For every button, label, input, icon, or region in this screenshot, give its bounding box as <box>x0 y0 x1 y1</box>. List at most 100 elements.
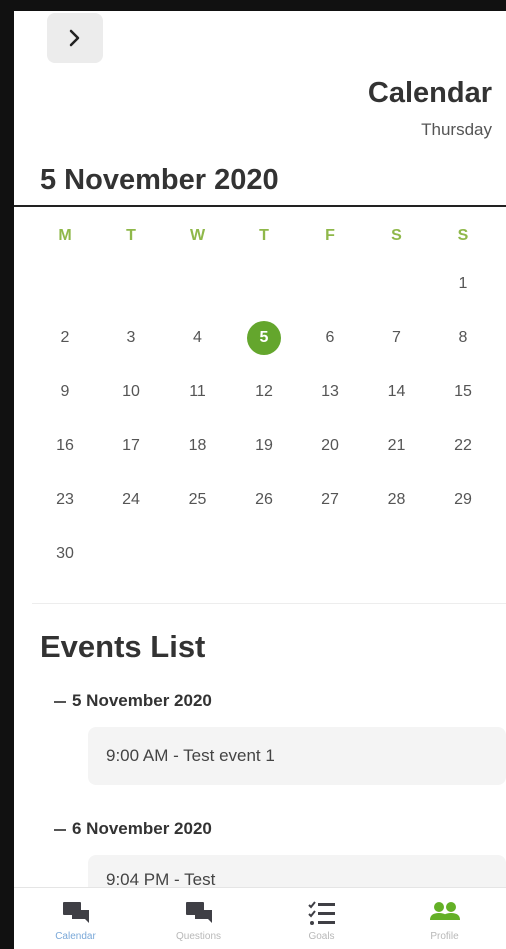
calendar-day[interactable]: 10 <box>98 374 164 410</box>
calendar-day-number: 18 <box>188 437 207 454</box>
calendar-empty-cell <box>98 536 164 572</box>
calendar-day[interactable]: 30 <box>32 536 98 572</box>
app-screen: Calendar Thursday 5 November 2020 M T W … <box>14 11 506 949</box>
collapse-icon <box>54 700 66 703</box>
calendar-day[interactable]: 23 <box>32 482 98 518</box>
calendar-week-row: 16 17 18 19 20 21 22 <box>32 419 502 473</box>
calendar-day-number: 1 <box>458 275 468 292</box>
calendar-day-number: 3 <box>126 329 136 346</box>
calendar-day[interactable]: 8 <box>430 320 496 356</box>
nav-goals[interactable]: Goals <box>260 888 383 949</box>
calendar-empty-cell <box>363 536 430 572</box>
calendar-day[interactable]: 11 <box>164 374 231 410</box>
calendar-day[interactable]: 26 <box>231 482 297 518</box>
chat-bubbles-icon <box>62 902 89 923</box>
weekday-label: F <box>325 227 335 244</box>
chevron-right-icon <box>69 29 80 47</box>
calendar-empty-cell <box>98 266 164 302</box>
calendar-day-number: 30 <box>56 545 74 562</box>
nav-label: Goals <box>308 931 335 942</box>
calendar-day[interactable]: 13 <box>297 374 363 410</box>
calendar-day-number: 8 <box>458 329 468 346</box>
event-group-header[interactable]: 5 November 2020 <box>54 691 212 711</box>
calendar-day-number: 26 <box>255 491 273 508</box>
calendar-day[interactable]: 16 <box>32 428 98 464</box>
calendar-day[interactable]: 3 <box>98 320 164 356</box>
calendar-day[interactable]: 14 <box>363 374 430 410</box>
calendar-day-selected[interactable]: 5 <box>231 320 297 356</box>
event-label: 9:00 AM - Test event 1 <box>106 746 275 765</box>
calendar-day[interactable]: 9 <box>32 374 98 410</box>
calendar-empty-cell <box>164 266 231 302</box>
calendar-empty-cell <box>430 536 496 572</box>
calendar-day[interactable]: 21 <box>363 428 430 464</box>
calendar-day-number: 23 <box>56 491 74 508</box>
nav-calendar[interactable]: Calendar <box>14 888 137 949</box>
calendar-day-number: 12 <box>255 383 273 400</box>
calendar-day[interactable]: 15 <box>430 374 496 410</box>
calendar-day[interactable]: 2 <box>32 320 98 356</box>
calendar-day[interactable]: 7 <box>363 320 430 356</box>
calendar-day-number: 11 <box>189 383 206 400</box>
calendar-day-number: 17 <box>122 437 140 454</box>
calendar-day[interactable]: 12 <box>231 374 297 410</box>
month-calendar: M T W T F S S 1 2 3 4 5 6 7 8 9 10 11 12 13 14 15 16 17 1… <box>32 227 502 581</box>
phone-frame: Calendar Thursday 5 November 2020 M T W … <box>0 0 506 949</box>
calendar-day[interactable]: 18 <box>164 428 231 464</box>
weekday-label: S <box>391 227 402 244</box>
calendar-day[interactable]: 1 <box>430 266 496 302</box>
calendar-week-row: 30 <box>32 527 502 581</box>
weekday-label: M <box>58 227 72 244</box>
calendar-week-row: 23 24 25 26 27 28 29 <box>32 473 502 527</box>
calendar-day-number: 6 <box>325 329 335 346</box>
calendar-day-number: 9 <box>60 383 70 400</box>
event-item[interactable]: 9:00 AM - Test event 1 <box>88 727 506 785</box>
calendar-week-row: 2 3 4 5 6 7 8 <box>32 311 502 365</box>
weekday-label: W <box>189 227 206 244</box>
calendar-day-number: 4 <box>193 329 202 346</box>
calendar-day-number: 19 <box>255 437 273 454</box>
calendar-day[interactable]: 29 <box>430 482 496 518</box>
calendar-day-number: 21 <box>387 437 406 454</box>
back-button[interactable] <box>47 13 103 63</box>
chat-bubbles-icon <box>185 902 212 923</box>
calendar-day-number: 16 <box>56 437 74 454</box>
people-icon <box>429 902 460 920</box>
calendar-empty-cell <box>363 266 430 302</box>
selected-date-heading: 5 November 2020 <box>40 164 279 196</box>
header-divider <box>14 205 506 207</box>
nav-questions[interactable]: Questions <box>137 888 260 949</box>
calendar-day-number: 24 <box>122 491 140 508</box>
calendar-day[interactable]: 27 <box>297 482 363 518</box>
nav-profile[interactable]: Profile <box>383 888 506 949</box>
calendar-day-number: 20 <box>321 437 339 454</box>
calendar-day-number: 22 <box>454 437 472 454</box>
calendar-day-number: 28 <box>387 491 406 508</box>
event-group-header[interactable]: 6 November 2020 <box>54 819 212 839</box>
calendar-day[interactable]: 6 <box>297 320 363 356</box>
calendar-day[interactable]: 22 <box>430 428 496 464</box>
calendar-day[interactable]: 25 <box>164 482 231 518</box>
weekday-label: T <box>126 227 136 244</box>
calendar-day-number: 2 <box>60 329 70 346</box>
page-title: Calendar <box>367 77 492 109</box>
checklist-icon <box>307 901 335 925</box>
calendar-day-number: 10 <box>122 383 140 400</box>
calendar-day[interactable]: 28 <box>363 482 430 518</box>
calendar-day[interactable]: 20 <box>297 428 363 464</box>
calendar-empty-cell <box>32 266 98 302</box>
event-group-date: 6 November 2020 <box>72 819 212 838</box>
calendar-day-number: 15 <box>454 383 472 400</box>
calendar-day-number: 5 <box>247 321 281 355</box>
nav-label: Calendar <box>55 931 96 942</box>
calendar-day[interactable]: 17 <box>98 428 164 464</box>
calendar-day[interactable]: 19 <box>231 428 297 464</box>
calendar-day[interactable]: 24 <box>98 482 164 518</box>
calendar-day[interactable]: 4 <box>164 320 231 356</box>
weekday-label: Thursday <box>421 120 492 139</box>
weekday-label: T <box>259 227 269 244</box>
event-group-date: 5 November 2020 <box>72 691 212 710</box>
calendar-day-number: 29 <box>454 491 472 508</box>
calendar-week-row: 9 10 11 12 13 14 15 <box>32 365 502 419</box>
calendar-empty-cell <box>297 266 363 302</box>
